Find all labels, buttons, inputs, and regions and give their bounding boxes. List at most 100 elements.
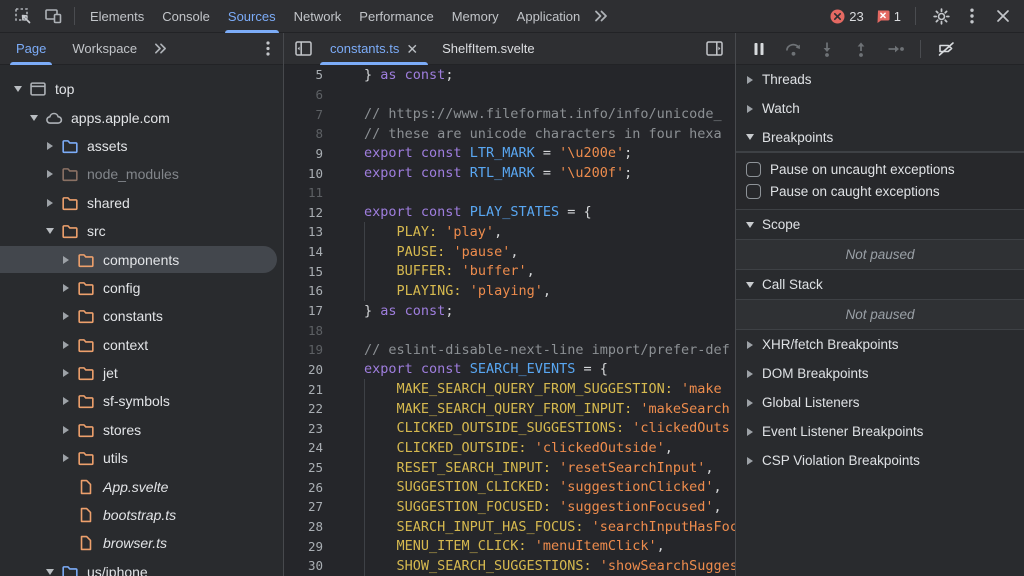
tree-item-apps-apple-com[interactable]: apps.apple.com [0,103,283,131]
section-threads[interactable]: Threads [736,65,1024,94]
tree-item-app-svelte[interactable]: App.svelte [0,472,283,500]
code-line[interactable]: 20export const SEARCH_EVENTS = { [284,360,735,380]
section-scope[interactable]: Scope [736,210,1024,239]
code-editor[interactable]: 5} as const;67// https://www.fileformat.… [284,65,735,576]
deactivate-breakpoints-button[interactable] [931,36,961,62]
show-sources-panel-icon[interactable] [699,36,729,62]
main-tab-memory[interactable]: Memory [443,0,508,33]
line-number[interactable]: 29 [284,539,342,554]
code-line[interactable]: 12export const PLAY_STATES = { [284,202,735,222]
code-line[interactable]: 7// https://www.fileformat.info/info/uni… [284,104,735,124]
main-tab-application[interactable]: Application [508,0,590,33]
hide-navigator-icon[interactable] [288,36,318,62]
tree-item-components[interactable]: components [0,245,283,273]
more-panels-icon[interactable] [589,3,613,29]
section-xhr-fetch-breakpoints[interactable]: XHR/fetch Breakpoints [736,330,1024,359]
line-number[interactable]: 23 [284,421,342,436]
checkbox-row[interactable]: Pause on uncaught exceptions [736,158,1024,181]
tree-expanded-arrow-icon[interactable] [42,569,57,575]
line-number[interactable]: 15 [284,264,342,279]
code-line[interactable]: 23 CLICKED_OUTSIDE_SUGGESTIONS: 'clicked… [284,419,735,439]
line-number[interactable]: 14 [284,244,342,259]
device-toolbar-icon[interactable] [38,3,68,29]
navigator-menu-kebab-icon[interactable] [255,36,281,62]
code-line[interactable]: 13 PLAY: 'play', [284,222,735,242]
tree-collapsed-arrow-icon[interactable] [42,142,57,150]
code-line[interactable]: 30 SHOW_SEARCH_SUGGESTIONS: 'showSearchS… [284,556,735,576]
code-line[interactable]: 28 SEARCH_INPUT_HAS_FOCUS: 'searchInputH… [284,517,735,537]
checkbox-unchecked[interactable] [746,162,761,177]
step-button[interactable] [880,36,910,62]
section-watch[interactable]: Watch [736,94,1024,123]
issues-badge[interactable]: 1 [872,9,905,24]
main-tab-performance[interactable]: Performance [350,0,442,33]
kebab-menu-icon[interactable] [960,3,984,29]
tree-item-sf-symbols[interactable]: sf-symbols [0,387,283,415]
tree-collapsed-arrow-icon[interactable] [58,256,73,264]
section-event-listener-breakpoints[interactable]: Event Listener Breakpoints [736,417,1024,446]
code-line[interactable]: 26 SUGGESTION_CLICKED: 'suggestionClicke… [284,477,735,497]
step-out-button[interactable] [846,36,876,62]
line-number[interactable]: 9 [284,146,342,161]
line-number[interactable]: 6 [284,87,342,102]
code-line[interactable]: 11 [284,183,735,203]
navigator-tab-page[interactable]: Page [6,33,56,65]
main-tab-console[interactable]: Console [153,0,219,33]
editor-tab-constants-ts[interactable]: constants.ts✕ [318,33,430,65]
section-csp-violation-breakpoints[interactable]: CSP Violation Breakpoints [736,446,1024,475]
code-line[interactable]: 16 PLAYING: 'playing', [284,281,735,301]
line-number[interactable]: 24 [284,440,342,455]
tree-collapsed-arrow-icon[interactable] [58,369,73,377]
tree-expanded-arrow-icon[interactable] [26,115,41,121]
tree-item-config[interactable]: config [0,274,283,302]
line-number[interactable]: 18 [284,323,342,338]
line-number[interactable]: 22 [284,401,342,416]
line-number[interactable]: 21 [284,382,342,397]
line-number[interactable]: 7 [284,107,342,122]
more-navigator-tabs-icon[interactable] [147,36,173,62]
code-line[interactable]: 27 SUGGESTION_FOCUSED: 'suggestionFocuse… [284,497,735,517]
section-dom-breakpoints[interactable]: DOM Breakpoints [736,359,1024,388]
line-number[interactable]: 17 [284,303,342,318]
line-number[interactable]: 13 [284,224,342,239]
navigator-tab-workspace[interactable]: Workspace [62,33,147,65]
tree-item-bootstrap-ts[interactable]: bootstrap.ts [0,501,283,529]
checkbox-row[interactable]: Pause on caught exceptions [736,181,1024,204]
tree-collapsed-arrow-icon[interactable] [58,397,73,405]
line-number[interactable]: 30 [284,558,342,573]
line-number[interactable]: 19 [284,342,342,357]
tree-item-assets[interactable]: assets [0,132,283,160]
code-line[interactable]: 29 MENU_ITEM_CLICK: 'menuItemClick', [284,536,735,556]
tree-item-context[interactable]: context [0,331,283,359]
tree-item-top[interactable]: top [0,75,283,103]
tree-collapsed-arrow-icon[interactable] [58,426,73,434]
tree-expanded-arrow-icon[interactable] [42,228,57,234]
tree-item-utils[interactable]: utils [0,444,283,472]
step-into-button[interactable] [812,36,842,62]
tree-collapsed-arrow-icon[interactable] [58,454,73,462]
line-number[interactable]: 20 [284,362,342,377]
tree-item-stores[interactable]: stores [0,416,283,444]
tree-expanded-arrow-icon[interactable] [10,86,25,92]
line-number[interactable]: 10 [284,166,342,181]
tree-item-shared[interactable]: shared [0,189,283,217]
line-number[interactable]: 11 [284,185,342,200]
code-line[interactable]: 19// eslint-disable-next-line import/pre… [284,340,735,360]
code-line[interactable]: 6 [284,85,735,105]
tree-item-browser-ts[interactable]: browser.ts [0,529,283,557]
code-line[interactable]: 9export const LTR_MARK = '\u200e'; [284,144,735,164]
tree-collapsed-arrow-icon[interactable] [42,170,57,178]
line-number[interactable]: 26 [284,480,342,495]
code-line[interactable]: 22 MAKE_SEARCH_QUERY_FROM_INPUT: 'makeSe… [284,399,735,419]
pause-button[interactable] [744,36,774,62]
line-number[interactable]: 25 [284,460,342,475]
code-line[interactable]: 24 CLICKED_OUTSIDE: 'clickedOutside', [284,438,735,458]
settings-gear-icon[interactable] [926,3,956,29]
code-line[interactable]: 17} as const; [284,301,735,321]
console-errors-badge[interactable]: 23 [826,9,867,24]
tree-collapsed-arrow-icon[interactable] [42,199,57,207]
tree-collapsed-arrow-icon[interactable] [58,312,73,320]
code-line[interactable]: 14 PAUSE: 'pause', [284,242,735,262]
close-tab-icon[interactable]: ✕ [406,42,418,56]
tree-collapsed-arrow-icon[interactable] [58,284,73,292]
